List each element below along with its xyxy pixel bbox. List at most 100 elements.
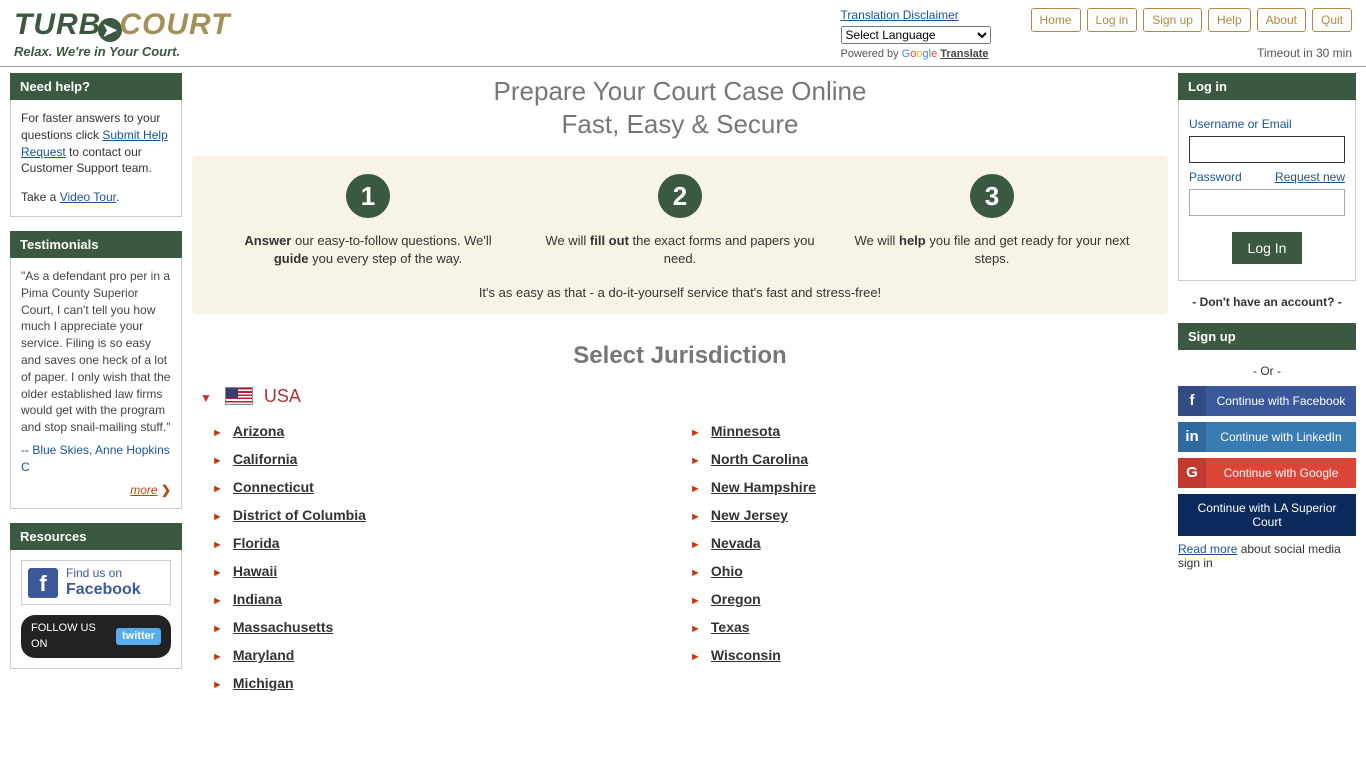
jurisdiction-link[interactable]: Wisconsin — [711, 647, 781, 663]
expand-icon: ► — [212, 483, 223, 495]
jurisdiction-link[interactable]: North Carolina — [711, 451, 808, 467]
jurisdiction-item: ► New Hampshire — [690, 473, 1168, 501]
help-button[interactable]: Help — [1208, 8, 1251, 32]
expand-icon: ► — [690, 511, 701, 523]
jurisdiction-item: ► Texas — [690, 613, 1168, 641]
login-nav-button[interactable]: Log in — [1087, 8, 1138, 32]
expand-icon: ▼ — [200, 391, 212, 405]
jurisdiction-link[interactable]: Indiana — [233, 591, 282, 607]
jurisdiction-link[interactable]: New Hampshire — [711, 479, 816, 495]
jurisdiction-link[interactable]: Florida — [233, 535, 280, 551]
testimonials-more-link[interactable]: more — [130, 483, 157, 497]
continue-linkedin-button[interactable]: inContinue with LinkedIn — [1178, 422, 1356, 452]
twitter-icon: twitter — [116, 628, 161, 645]
login-box: Username or Email Password Request new L… — [1178, 100, 1356, 281]
expand-icon: ► — [212, 539, 223, 551]
jurisdiction-item: ► Arizona — [212, 417, 690, 445]
expand-icon: ► — [690, 427, 701, 439]
testimonials-header: Testimonials — [10, 231, 182, 258]
section-title: Select Jurisdiction — [192, 342, 1168, 370]
expand-icon: ► — [690, 539, 701, 551]
expand-icon: ► — [690, 651, 701, 663]
expand-icon: ► — [212, 623, 223, 635]
language-select[interactable]: Select Language — [841, 26, 991, 44]
jurisdiction-item: ► North Carolina — [690, 445, 1168, 473]
expand-icon: ► — [212, 595, 223, 607]
jurisdiction-item: ► Nevada — [690, 529, 1168, 557]
google-translate-attribution: Powered by Google Translate — [841, 48, 991, 60]
jurisdiction-link[interactable]: Arizona — [233, 423, 284, 439]
expand-icon: ► — [690, 567, 701, 579]
continue-la-court-button[interactable]: Continue with LA Superior Court — [1178, 494, 1356, 536]
jurisdiction-link[interactable]: Connecticut — [233, 479, 314, 495]
jurisdiction-item: ► New Jersey — [690, 501, 1168, 529]
jurisdiction-item: ► District of Columbia — [212, 501, 690, 529]
timeout-text: Timeout in 30 min — [1031, 46, 1352, 60]
expand-icon: ► — [212, 511, 223, 523]
signup-box-header: Sign up — [1178, 323, 1356, 350]
jurisdiction-item: ► Florida — [212, 529, 690, 557]
jurisdiction-item: ► Wisconsin — [690, 641, 1168, 669]
expand-icon: ► — [212, 427, 223, 439]
quit-button[interactable]: Quit — [1312, 8, 1352, 32]
jurisdiction-item: ►California — [212, 445, 690, 473]
signup-nav-button[interactable]: Sign up — [1143, 8, 1202, 32]
twitter-badge[interactable]: FOLLOW US ON twitter — [21, 615, 171, 658]
expand-icon: ► — [690, 483, 701, 495]
jurisdiction-item: ► Massachusetts — [212, 613, 690, 641]
video-tour-link[interactable]: Video Tour — [60, 190, 116, 204]
read-more-link[interactable]: Read more — [1178, 542, 1237, 556]
resources-body: f Find us onFacebook FOLLOW US ON twitte… — [10, 550, 182, 669]
jurisdiction-link[interactable]: Michigan — [233, 675, 294, 691]
jurisdiction-item: ►Hawaii — [212, 557, 690, 585]
resources-header: Resources — [10, 523, 182, 550]
continue-facebook-button[interactable]: fContinue with Facebook — [1178, 386, 1356, 416]
jurisdiction-link[interactable]: Nevada — [711, 535, 761, 551]
testimonials-body: "As a defendant pro per in a Pima County… — [10, 258, 182, 509]
facebook-badge[interactable]: f Find us onFacebook — [21, 560, 171, 605]
jurisdiction-link[interactable]: Texas — [711, 619, 750, 635]
expand-icon: ► — [690, 455, 701, 467]
jurisdiction-item: ►Maryland — [212, 641, 690, 669]
expand-icon: ► — [212, 679, 223, 691]
jurisdiction-link[interactable]: Maryland — [233, 647, 294, 663]
jurisdiction-link[interactable]: Minnesota — [711, 423, 780, 439]
page-title: Prepare Your Court Case OnlineFast, Easy… — [192, 75, 1168, 140]
usa-flag-icon — [225, 387, 253, 405]
expand-icon: ► — [690, 623, 701, 635]
login-button[interactable]: Log In — [1232, 232, 1303, 264]
steps-panel: 1Answer our easy-to-follow questions. We… — [192, 156, 1168, 314]
no-account-text: - Don't have an account? - — [1178, 295, 1356, 309]
jurisdiction-link[interactable]: Oregon — [711, 591, 761, 607]
expand-icon: ► — [690, 595, 701, 607]
logo-tagline: Relax. We're in Your Court. — [14, 44, 230, 59]
logo[interactable]: TURB➤COURT Relax. We're in Your Court. — [14, 8, 230, 59]
request-new-password-link[interactable]: Request new — [1275, 169, 1345, 186]
country-row[interactable]: ▼ USA — [200, 386, 1168, 407]
jurisdiction-link[interactable]: California — [233, 451, 298, 467]
google-icon: G — [1178, 458, 1206, 488]
username-input[interactable] — [1189, 136, 1345, 163]
login-box-header: Log in — [1178, 73, 1356, 100]
continue-google-button[interactable]: GContinue with Google — [1178, 458, 1356, 488]
help-box-header: Need help? — [10, 73, 182, 100]
home-button[interactable]: Home — [1031, 8, 1081, 32]
translation-disclaimer-link[interactable]: Translation Disclaimer — [841, 8, 959, 22]
logo-text-2: COURT — [119, 8, 230, 41]
jurisdiction-link[interactable]: Massachusetts — [233, 619, 333, 635]
step-1: 1Answer our easy-to-follow questions. We… — [212, 174, 524, 267]
logo-text-1: TURB — [14, 8, 101, 41]
jurisdiction-link[interactable]: Ohio — [711, 563, 743, 579]
about-button[interactable]: About — [1257, 8, 1306, 32]
jurisdiction-item: ► Connecticut — [212, 473, 690, 501]
password-input[interactable] — [1189, 189, 1345, 216]
testimonial-quote: "As a defendant pro per in a Pima County… — [21, 268, 171, 436]
jurisdiction-link[interactable]: New Jersey — [711, 507, 788, 523]
help-box-body: For faster answers to your questions cli… — [10, 100, 182, 217]
jurisdiction-link[interactable]: District of Columbia — [233, 507, 366, 523]
jurisdiction-item: ► Ohio — [690, 557, 1168, 585]
jurisdiction-link[interactable]: Hawaii — [233, 563, 277, 579]
step-2: 2We will fill out the exact forms and pa… — [524, 174, 836, 267]
testimonial-attribution: -- Blue Skies, Anne Hopkins C — [21, 442, 171, 476]
more-arrow-icon: ❯ — [161, 483, 171, 497]
